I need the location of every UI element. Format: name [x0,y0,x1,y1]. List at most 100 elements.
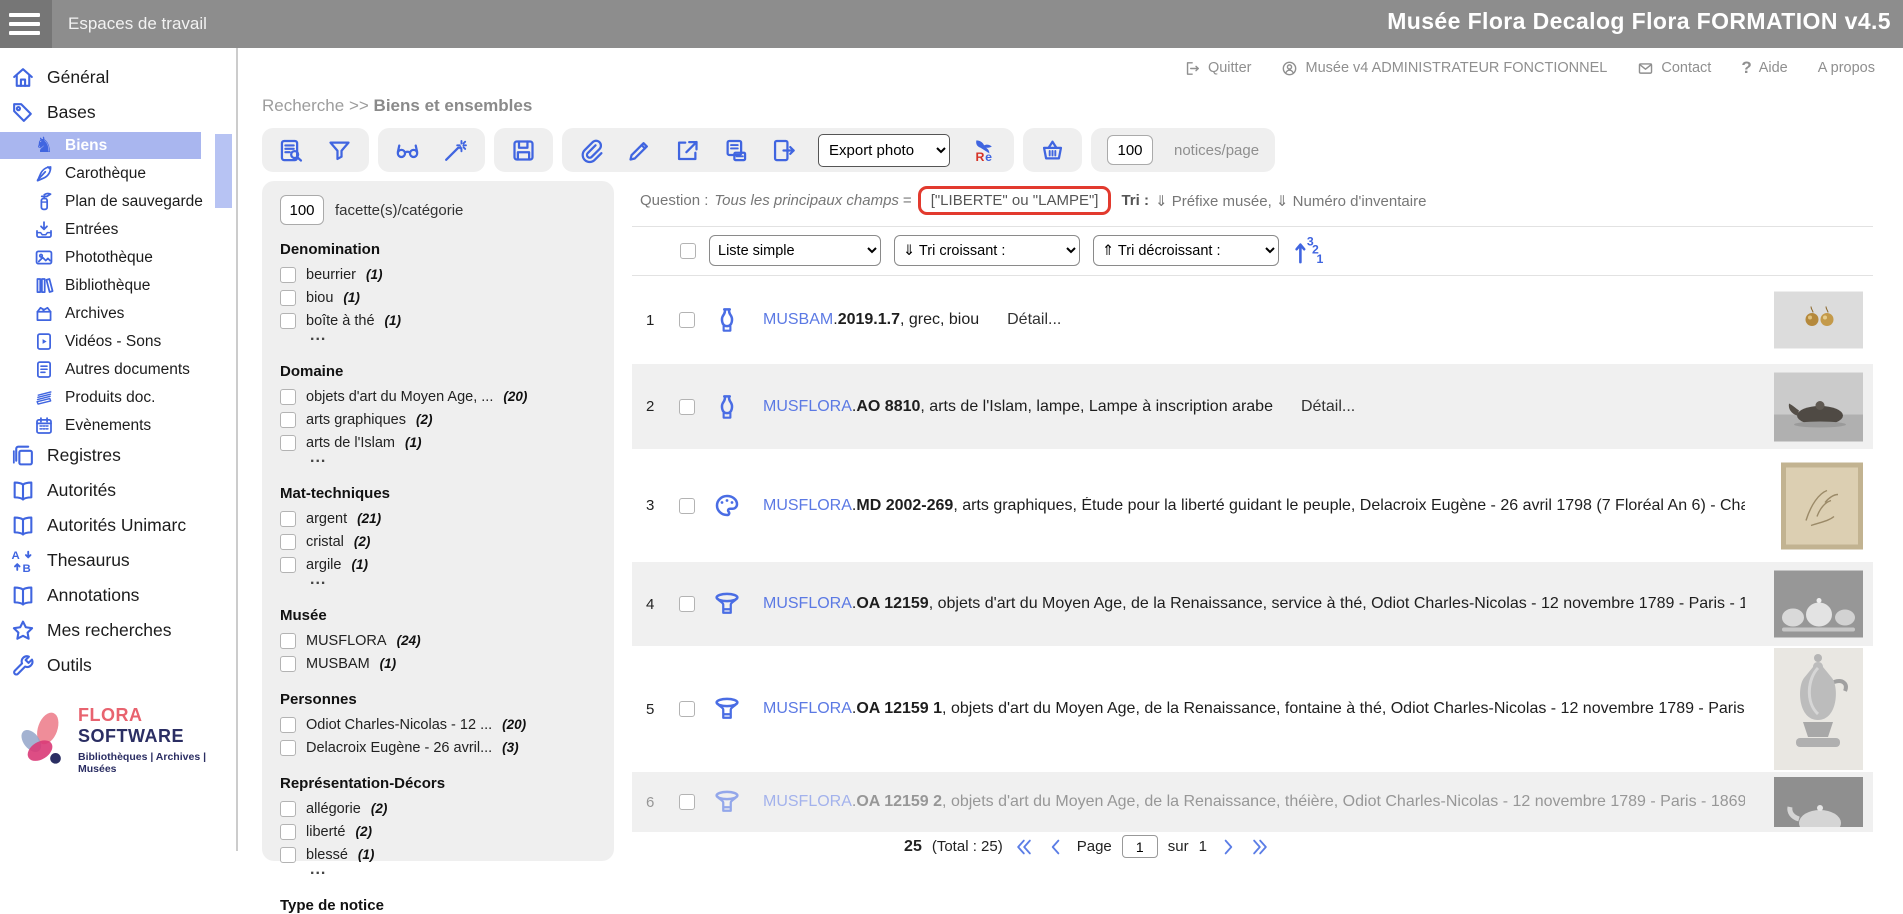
about-link[interactable]: A propos [1818,60,1875,76]
result-thumbnail-earrings[interactable] [1774,292,1863,349]
facet-checkbox[interactable] [280,534,296,550]
display-mode-select[interactable]: Liste simple [709,235,881,266]
select-all-checkbox[interactable] [680,243,696,259]
facet-checkbox[interactable] [280,557,296,573]
sort-ascending-select[interactable]: ⇓ Tri croissant : [894,235,1080,266]
detail-link[interactable]: Détail... [1301,398,1355,415]
result-checkbox[interactable] [679,701,695,717]
sort-descending-select[interactable]: ⇑ Tri décroissant : [1093,235,1279,266]
result-thumbnail-drawing[interactable] [1781,462,1863,549]
sidebar-item-produits-doc[interactable]: Produits doc. [0,384,236,411]
hamburger-menu-icon[interactable] [0,0,52,48]
sidebar-item-mes-recherches[interactable]: Mes recherches [0,615,236,646]
breadcrumb-root[interactable]: Recherche [262,96,344,115]
page-label: Page [1077,838,1112,855]
sidebar-item-bases[interactable]: Bases [0,97,236,128]
mail-icon [1637,60,1654,77]
next-page-icon[interactable] [1217,836,1239,858]
museum-prefix-link[interactable]: MUSBAM [763,311,833,328]
page-number-input[interactable] [1122,835,1158,858]
sidebar-item-carotheque[interactable]: Carothèque [0,160,236,187]
result-checkbox[interactable] [679,596,695,612]
facet-checkbox[interactable] [280,633,296,649]
museum-prefix-link[interactable]: MUSFLORA [763,595,852,612]
quit-link[interactable]: Quitter [1184,60,1252,77]
sidebar-item-bibliotheque[interactable]: Bibliothèque [0,272,236,299]
museum-prefix-link[interactable]: MUSFLORA [763,793,852,810]
facet-checkbox[interactable] [280,740,296,756]
user-account-link[interactable]: Musée v4 ADMINISTRATEUR FONCTIONNEL [1281,60,1607,77]
sidebar-item-autorites-unimarc[interactable]: Autorités Unimarc [0,510,236,541]
result-checkbox[interactable] [679,399,695,415]
facet-checkbox[interactable] [280,267,296,283]
result-checkbox[interactable] [679,312,695,328]
rabbit-re-icon[interactable]: Re [971,137,998,164]
edit-pencil-icon[interactable] [626,137,653,164]
sidebar-item-outils[interactable]: Outils [0,650,236,681]
external-link-icon[interactable] [674,137,701,164]
facet-checkbox[interactable] [280,389,296,405]
filter-funnel-icon[interactable] [326,137,353,164]
sidebar-item-phototheque[interactable]: Photothèque [0,244,236,271]
print-file-icon[interactable] [722,137,749,164]
previous-page-icon[interactable] [1045,836,1067,858]
facet-count: (1) [343,290,360,305]
sidebar-item-entrees[interactable]: Entrées [0,216,236,243]
museum-prefix-link[interactable]: MUSFLORA [763,497,852,514]
facet-more-link[interactable]: ... [310,866,596,881]
contact-link[interactable]: Contact [1637,60,1711,77]
sidebar-item-thesaurus[interactable]: ABThesaurus [0,545,236,576]
result-thumbnail-teapot[interactable] [1774,777,1863,827]
result-text: MUSFLORA.OA 12159 2, objets d'art du Moy… [763,793,1745,811]
facet-checkbox[interactable] [280,435,296,451]
sidebar-item-videos-sons[interactable]: Vidéos - Sons [0,328,236,355]
result-thumbnail-tea-service[interactable] [1774,571,1863,638]
facet-more-link[interactable]: ... [310,332,596,347]
facet-more-link[interactable]: ... [310,454,596,469]
sidebar-scrollbar-thumb[interactable] [215,134,232,208]
list-search-icon[interactable] [278,137,305,164]
notices-per-page-input[interactable] [1107,135,1153,165]
first-page-icon[interactable] [1013,836,1035,858]
result-checkbox[interactable] [679,498,695,514]
attachment-icon[interactable] [578,137,605,164]
museum-prefix-link[interactable]: MUSFLORA [763,700,852,717]
sidebar-item-general[interactable]: Général [0,62,236,93]
facet-count-input[interactable] [280,195,324,225]
sort-321-icon[interactable]: 321 [1292,235,1323,266]
facet-more-link[interactable]: ... [310,576,596,591]
facet-checkbox[interactable] [280,801,296,817]
result-thumbnail-samovar[interactable] [1774,648,1863,770]
sidebar-item-evenements[interactable]: Evènements [0,412,236,439]
glasses-view-icon[interactable] [394,137,421,164]
facet-checkbox[interactable] [280,290,296,306]
basket-icon[interactable] [1039,137,1066,164]
facet-checkbox[interactable] [280,511,296,527]
sidebar-item-plan-de-sauvegarde[interactable]: Plan de sauvegarde [0,188,236,215]
result-checkbox[interactable] [679,794,695,810]
facet-count: (1) [405,435,422,450]
magic-wand-icon[interactable] [442,137,469,164]
export-file-icon[interactable] [770,137,797,164]
facet-checkbox[interactable] [280,717,296,733]
facet-checkbox[interactable] [280,824,296,840]
last-page-icon[interactable] [1249,836,1271,858]
facet-checkbox[interactable] [280,847,296,863]
sidebar-item-archives[interactable]: Archives [0,300,236,327]
papers-icon [33,387,55,408]
export-photo-select[interactable]: Export photo [818,134,950,167]
detail-link[interactable]: Détail... [1007,311,1061,328]
facet-checkbox[interactable] [280,313,296,329]
sidebar-item-autorites[interactable]: Autorités [0,475,236,506]
sidebar-item-biens[interactable]: ♞Biens [0,132,201,159]
sidebar-item-autres-documents[interactable]: Autres documents [0,356,236,383]
museum-prefix-link[interactable]: MUSFLORA [763,398,852,415]
sidebar-item-annotations[interactable]: Annotations [0,580,236,611]
result-thumbnail-oil-lamp[interactable] [1774,372,1863,441]
help-link[interactable]: ? Aide [1741,58,1787,78]
sidebar-item-registres[interactable]: Registres [0,440,236,471]
facet-checkbox[interactable] [280,412,296,428]
table-icon [712,787,742,817]
save-icon[interactable] [510,137,537,164]
facet-checkbox[interactable] [280,656,296,672]
